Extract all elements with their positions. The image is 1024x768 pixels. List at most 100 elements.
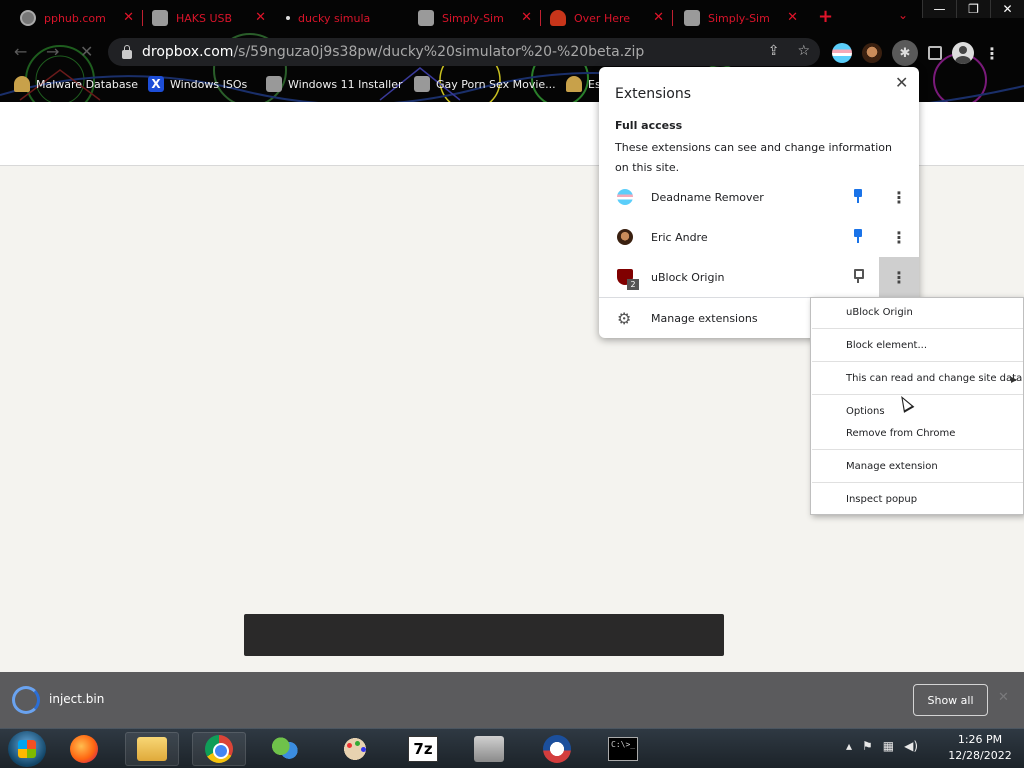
eric-andre-icon[interactable] — [862, 43, 882, 63]
url-path: /s/59nguza0j9s38pw/ducky%20simulator%20-… — [233, 44, 645, 60]
close-icon[interactable]: ✕ — [895, 73, 908, 92]
page-icon — [418, 10, 434, 26]
show-all-button[interactable]: Show all — [913, 684, 988, 716]
submenu-arrow-icon: ▶ — [1011, 375, 1018, 384]
show-hidden-icons-icon[interactable]: ▴ — [846, 739, 852, 753]
pin-icon[interactable] — [853, 189, 863, 203]
pin-icon[interactable] — [853, 229, 863, 243]
share-icon[interactable]: ⇪ — [768, 43, 780, 59]
browser-toolbar: ← → ✕ dropbox.com/s/59nguza0j9s38pw/duck… — [0, 36, 1024, 68]
bookmark-es[interactable]: Es — [566, 76, 601, 92]
tab-separator — [540, 10, 541, 26]
tab-simply-sim-1[interactable]: Simply-Sim ✕ — [410, 4, 538, 32]
taskbar-obama-app[interactable] — [530, 732, 584, 766]
extension-context-menu: uBlock Origin Block element... This can … — [810, 297, 1024, 515]
tab-haks-usb[interactable]: HAKS USB ✕ — [144, 4, 272, 32]
tab-search-button[interactable]: ⌄ — [898, 8, 908, 22]
system-clock[interactable]: 1:26 PM 12/28/2022 — [940, 732, 1020, 764]
taskbar-explorer[interactable] — [125, 732, 179, 766]
menu-item-manage-extension[interactable]: Manage extension — [811, 456, 1023, 478]
manage-extensions-label: Manage extensions — [651, 311, 758, 325]
chrome-menu-icon[interactable]: ⋮ — [984, 44, 1000, 63]
side-panel-icon[interactable] — [928, 46, 942, 60]
menu-item-ublock-origin[interactable]: uBlock Origin — [811, 302, 1023, 324]
extension-row-deadname-remover[interactable]: Deadname Remover ⋮ — [599, 177, 919, 217]
extension-name: uBlock Origin — [651, 270, 725, 284]
bookmark-windows-isos[interactable]: X Windows ISOs — [148, 76, 247, 92]
close-window-button[interactable]: ✕ — [990, 0, 1024, 18]
bookmark-windows-11-installer[interactable]: Windows 11 Installer — [266, 76, 403, 92]
menu-item-block-element[interactable]: Block element... — [811, 335, 1023, 357]
taskbar-command-prompt[interactable]: C:\>_ — [596, 732, 650, 766]
tab-title: Over Here — [574, 11, 631, 25]
extension-row-ublock-origin[interactable]: 2 uBlock Origin ⋮ — [599, 257, 919, 297]
loading-dot-icon — [286, 16, 290, 20]
gear-icon: ⚙ — [617, 308, 632, 328]
taskbar-firefox[interactable] — [57, 732, 111, 766]
download-shelf: inject.bin Show all ✕ — [0, 672, 1024, 728]
close-icon[interactable]: ✕ — [255, 10, 266, 25]
taskbar-messenger[interactable] — [258, 732, 312, 766]
profile-avatar-icon[interactable] — [952, 42, 974, 64]
deadname-remover-icon[interactable] — [832, 43, 852, 63]
deadname-remover-icon — [617, 189, 633, 205]
download-progress-icon[interactable] — [12, 686, 40, 714]
minimize-button[interactable]: — — [922, 0, 956, 18]
taskbar-paint[interactable] — [328, 732, 382, 766]
tab-ducky-simulator[interactable]: ducky simula — [278, 4, 406, 32]
taskbar-7zip[interactable]: 7z — [396, 732, 450, 766]
menu-item-remove-from-chrome[interactable]: Remove from Chrome — [811, 423, 1023, 445]
bookmark-label: Gay Porn Sex Movie... — [436, 77, 556, 91]
action-center-flag-icon[interactable]: ⚑ — [862, 739, 873, 753]
extensions-puzzle-icon[interactable]: ✱ — [892, 40, 918, 66]
more-options-icon[interactable]: ⋮ — [879, 257, 919, 297]
archive-box-icon — [474, 736, 504, 762]
clock-time: 1:26 PM — [957, 733, 1003, 746]
close-icon[interactable]: ✕ — [787, 10, 798, 25]
windows-taskbar: 7z C:\>_ ▴ ⚑ ▦ ◀) 1:26 PM 12/28/2022 — [0, 728, 1024, 768]
menu-item-options[interactable]: Options — [811, 401, 1023, 423]
address-bar-actions: ⇪ ☆ — [768, 43, 810, 59]
tab-pphub[interactable]: pphub.com ✕ — [12, 4, 140, 32]
more-options-icon[interactable]: ⋮ — [879, 217, 919, 257]
restore-button[interactable]: ❐ — [956, 0, 990, 18]
stop-loading-button[interactable]: ✕ — [80, 42, 93, 61]
more-options-icon[interactable]: ⋮ — [879, 177, 919, 217]
url-text: dropbox.com/s/59nguza0j9s38pw/ducky%20si… — [142, 44, 644, 60]
menu-item-site-access[interactable]: This can read and change site data — [811, 368, 1023, 390]
globe-icon — [20, 10, 36, 26]
tab-over-here[interactable]: Over Here ✕ — [542, 4, 670, 32]
bookmark-malware-database[interactable]: Malware Database — [14, 76, 138, 92]
menu-separator — [812, 449, 1023, 450]
bookmark-star-icon[interactable]: ☆ — [797, 43, 810, 59]
forward-button[interactable]: → — [46, 42, 59, 61]
close-icon[interactable]: ✕ — [521, 10, 532, 25]
new-tab-button[interactable]: + — [818, 6, 833, 27]
paint-palette-icon — [341, 735, 369, 763]
tab-title: HAKS USB — [176, 11, 233, 25]
address-bar[interactable]: dropbox.com/s/59nguza0j9s38pw/ducky%20si… — [108, 38, 820, 66]
download-banner[interactable] — [244, 614, 724, 656]
volume-icon[interactable]: ◀) — [904, 739, 918, 753]
taskbar-chrome[interactable] — [192, 732, 246, 766]
page-icon — [414, 76, 430, 92]
lock-icon[interactable] — [122, 44, 132, 59]
close-icon[interactable]: ✕ — [998, 690, 1009, 705]
taskbar-archive-tool[interactable] — [462, 732, 516, 766]
back-button[interactable]: ← — [14, 42, 27, 61]
tab-title: Simply-Sim — [708, 11, 770, 25]
pin-outline-icon[interactable] — [853, 269, 864, 283]
menu-item-inspect-popup[interactable]: Inspect popup — [811, 489, 1023, 511]
menu-separator — [812, 328, 1023, 329]
extension-name: Eric Andre — [651, 230, 708, 244]
network-icon[interactable]: ▦ — [883, 739, 894, 753]
close-icon[interactable]: ✕ — [123, 10, 134, 25]
close-icon[interactable]: ✕ — [653, 10, 664, 25]
start-button[interactable] — [8, 731, 46, 767]
download-file-name[interactable]: inject.bin — [49, 692, 104, 706]
tab-simply-sim-2[interactable]: Simply-Sim ✕ — [676, 4, 804, 32]
section-title: Full access — [615, 119, 683, 132]
tab-separator — [672, 10, 673, 26]
extension-row-eric-andre[interactable]: Eric Andre ⋮ — [599, 217, 919, 257]
bookmark-movie-site[interactable]: Gay Porn Sex Movie... — [414, 76, 556, 92]
